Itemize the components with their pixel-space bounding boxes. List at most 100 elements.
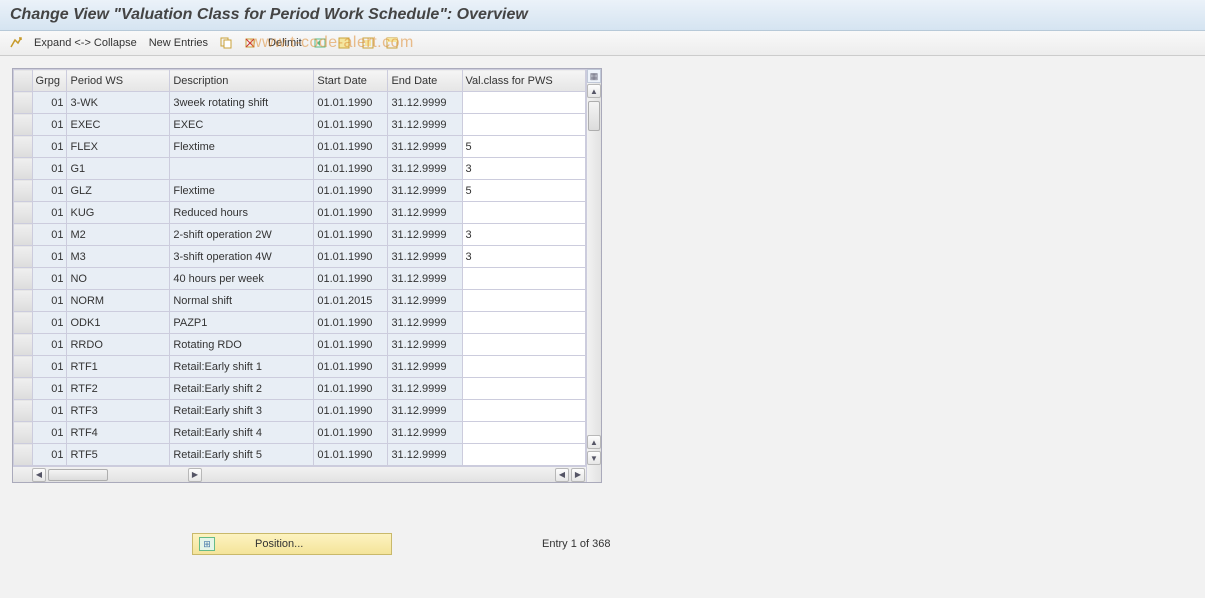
vscroll-thumb[interactable] [588,101,600,131]
cell-val-class[interactable] [462,400,586,422]
col-start-date[interactable]: Start Date [314,70,388,92]
table-header-row: Grpg Period WS Description Start Date En… [14,70,586,92]
cell-end-date: 31.12.9999 [388,246,462,268]
select-block-icon[interactable] [360,35,376,51]
cell-val-class[interactable] [462,268,586,290]
cell-val-class[interactable]: 5 [462,180,586,202]
cell-val-class[interactable] [462,422,586,444]
col-description[interactable]: Description [170,70,314,92]
new-entries-button[interactable]: New Entries [147,35,210,51]
vscroll-up-icon[interactable]: ▲ [587,84,601,98]
cell-start-date: 01.01.1990 [314,92,388,114]
toggle-display-icon[interactable] [8,35,24,51]
cell-val-class[interactable] [462,114,586,136]
cell-val-class[interactable] [462,378,586,400]
col-end-date[interactable]: End Date [388,70,462,92]
cell-val-class[interactable]: 5 [462,136,586,158]
row-selector[interactable] [14,378,33,400]
select-all-icon[interactable] [336,35,352,51]
cell-val-class[interactable] [462,312,586,334]
row-selector[interactable] [14,356,33,378]
select-all-header[interactable] [14,70,33,92]
horizontal-scrollbar[interactable]: ◀ ▶ ◀ ▶ [13,466,586,482]
row-selector[interactable] [14,268,33,290]
cell-start-date: 01.01.1990 [314,136,388,158]
cell-val-class[interactable] [462,92,586,114]
cell-start-date: 01.01.1990 [314,268,388,290]
cell-period-ws: RTF5 [67,444,170,466]
row-selector[interactable] [14,400,33,422]
cell-period-ws: G1 [67,158,170,180]
row-selector[interactable] [14,290,33,312]
undo-icon[interactable] [312,35,328,51]
cell-val-class[interactable] [462,444,586,466]
cell-grpg: 01 [32,224,67,246]
row-selector[interactable] [14,334,33,356]
hscroll-right2-icon[interactable]: ▶ [571,468,585,482]
cell-period-ws: RRDO [67,334,170,356]
cell-val-class[interactable] [462,202,586,224]
table-row: 013-WK3week rotating shift01.01.199031.1… [14,92,586,114]
vertical-scrollbar[interactable]: ▦ ▲ ▲ ▼ [586,69,601,482]
position-button[interactable]: ⊞ Position... [192,533,392,555]
row-selector[interactable] [14,114,33,136]
col-val-class[interactable]: Val.class for PWS [462,70,586,92]
hscroll-left2-icon[interactable]: ◀ [555,468,569,482]
vscroll-track[interactable] [587,99,601,434]
cell-end-date: 31.12.9999 [388,356,462,378]
row-selector[interactable] [14,180,33,202]
cell-period-ws: RTF3 [67,400,170,422]
cell-end-date: 31.12.9999 [388,378,462,400]
cell-start-date: 01.01.1990 [314,400,388,422]
table-settings-icon[interactable]: ▦ [587,69,601,83]
hscroll-track[interactable] [47,468,187,482]
row-selector[interactable] [14,202,33,224]
hscroll-left-icon[interactable]: ◀ [32,468,46,482]
cell-start-date: 01.01.1990 [314,334,388,356]
cell-start-date: 01.01.1990 [314,246,388,268]
vscroll-line-up-icon[interactable]: ▲ [587,435,601,449]
cell-end-date: 31.12.9999 [388,312,462,334]
cell-start-date: 01.01.1990 [314,356,388,378]
expand-collapse-button[interactable]: Expand <-> Collapse [32,35,139,51]
col-period-ws[interactable]: Period WS [67,70,170,92]
row-selector[interactable] [14,444,33,466]
cell-grpg: 01 [32,114,67,136]
row-selector[interactable] [14,422,33,444]
col-grpg[interactable]: Grpg [32,70,67,92]
table-row: 01KUGReduced hours01.01.199031.12.9999 [14,202,586,224]
vscroll-down-icon[interactable]: ▼ [587,451,601,465]
delimit-button[interactable]: Delimit [266,35,304,51]
cell-grpg: 01 [32,246,67,268]
cell-val-class[interactable]: 3 [462,224,586,246]
cell-val-class[interactable] [462,290,586,312]
row-selector[interactable] [14,92,33,114]
cell-start-date: 01.01.2015 [314,290,388,312]
cell-end-date: 31.12.9999 [388,136,462,158]
cell-val-class[interactable] [462,334,586,356]
row-selector[interactable] [14,158,33,180]
hscroll-thumb[interactable] [48,469,108,481]
cell-grpg: 01 [32,290,67,312]
cell-val-class[interactable] [462,356,586,378]
row-selector[interactable] [14,246,33,268]
copy-icon[interactable] [218,35,234,51]
cell-description: Retail:Early shift 1 [170,356,314,378]
delete-icon[interactable] [242,35,258,51]
cell-grpg: 01 [32,202,67,224]
row-selector[interactable] [14,224,33,246]
deselect-all-icon[interactable] [384,35,400,51]
cell-start-date: 01.01.1990 [314,202,388,224]
hscroll-right-icon[interactable]: ▶ [188,468,202,482]
cell-val-class[interactable]: 3 [462,158,586,180]
cell-description: Reduced hours [170,202,314,224]
cell-end-date: 31.12.9999 [388,334,462,356]
cell-val-class[interactable]: 3 [462,246,586,268]
row-selector[interactable] [14,136,33,158]
row-selector[interactable] [14,312,33,334]
cell-grpg: 01 [32,444,67,466]
table-row: 01EXECEXEC01.01.199031.12.9999 [14,114,586,136]
cell-period-ws: RTF4 [67,422,170,444]
entry-status-text: Entry 1 of 368 [542,538,611,550]
cell-start-date: 01.01.1990 [314,422,388,444]
